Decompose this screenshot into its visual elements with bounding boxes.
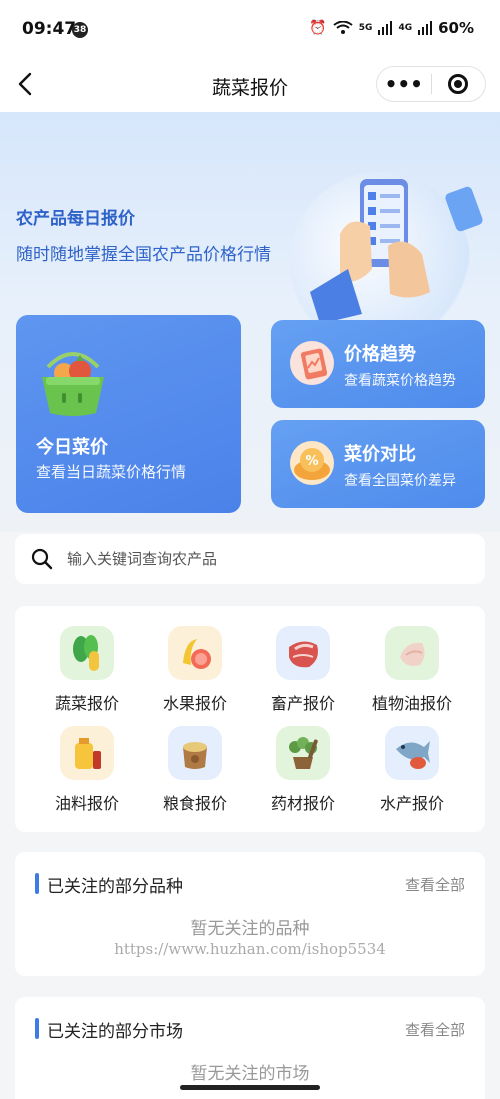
battery-level: 60%	[438, 19, 474, 37]
section-title: 已关注的部分市场	[47, 1022, 183, 1042]
category-fruit[interactable]: 水果报价	[140, 626, 250, 714]
search-bar[interactable]	[15, 534, 485, 584]
basket-icon	[42, 352, 104, 416]
hero-title: 农产品每日报价	[16, 209, 135, 229]
category-grid: 蔬菜报价 水果报价 畜产报价 植物油报价 油料报价 粮食报价 药材报价 水产报价	[15, 606, 485, 832]
seafood-icon	[385, 726, 439, 780]
oil-icon	[60, 726, 114, 780]
today-price-title: 今日菜价	[36, 437, 108, 458]
search-icon	[31, 548, 53, 570]
category-oilseed[interactable]: 油料报价	[32, 726, 142, 814]
more-menu-button[interactable]: •••	[377, 74, 431, 94]
price-trend-title: 价格趋势	[344, 344, 416, 365]
price-compare-card[interactable]: % 菜价对比 查看全国菜价差异	[271, 420, 485, 508]
meat-icon	[276, 626, 330, 680]
view-all-varieties-link[interactable]: 查看全部	[405, 874, 465, 895]
price-compare-title: 菜价对比	[344, 444, 416, 465]
signal-icon-2	[418, 21, 433, 35]
alarm-icon: ⏰	[309, 20, 327, 36]
category-label: 水产报价	[379, 794, 444, 813]
category-plant-oil[interactable]: 植物油报价	[357, 626, 467, 714]
category-label: 药材报价	[270, 794, 335, 813]
fruit-icon	[168, 626, 222, 680]
notification-count-badge: 38	[72, 22, 88, 38]
more-dots-icon: •••	[384, 72, 423, 96]
status-right-group: ⏰ 5G 4G 60%	[309, 19, 474, 37]
category-livestock[interactable]: 畜产报价	[248, 626, 358, 714]
empty-state-text: 暂无关注的品种	[190, 919, 310, 939]
nav-bar: 蔬菜报价 •••	[0, 60, 500, 112]
status-time: 09:47	[22, 19, 77, 39]
price-compare-subtitle: 查看全国菜价差异	[344, 473, 456, 489]
svg-text:%: %	[305, 454, 318, 469]
network-4g-label: 4G	[398, 23, 413, 33]
category-label: 蔬菜报价	[54, 694, 119, 713]
mini-program-capsule: •••	[376, 66, 486, 102]
plant-oil-icon	[385, 626, 439, 680]
category-label: 粮食报价	[162, 794, 227, 813]
home-indicator[interactable]	[180, 1085, 320, 1090]
section-accent-bar	[35, 873, 39, 894]
category-grain[interactable]: 粮食报价	[140, 726, 250, 814]
price-trend-subtitle: 查看蔬菜价格趋势	[344, 373, 456, 389]
category-label: 油料报价	[54, 794, 119, 813]
section-title: 已关注的部分品种	[47, 877, 183, 897]
record-circle-icon	[448, 74, 469, 94]
category-vegetable[interactable]: 蔬菜报价	[32, 626, 142, 714]
category-label: 畜产报价	[270, 694, 335, 713]
today-price-subtitle: 查看当日蔬菜价格行情	[36, 463, 187, 481]
followed-varieties-panel: 已关注的部分品种 查看全部 暂无关注的品种 https://www.huzhan…	[15, 852, 485, 976]
category-herb[interactable]: 药材报价	[248, 726, 358, 814]
grain-icon	[168, 726, 222, 780]
category-label: 水果报价	[162, 694, 227, 713]
category-seafood[interactable]: 水产报价	[357, 726, 467, 814]
hero-subtitle: 随时随地掌握全国农产品价格行情	[16, 245, 271, 265]
network-5g-label: 5G	[358, 23, 373, 33]
search-input[interactable]	[67, 544, 467, 574]
category-label: 植物油报价	[371, 694, 452, 713]
empty-state-text: 暂无关注的市场	[190, 1064, 310, 1084]
herb-icon	[276, 726, 330, 780]
today-price-card[interactable]: 今日菜价 查看当日蔬菜价格行情	[16, 315, 241, 513]
section-accent-bar	[35, 1018, 39, 1039]
close-program-button[interactable]	[431, 74, 485, 94]
price-trend-card[interactable]: 价格趋势 查看蔬菜价格趋势	[271, 320, 485, 408]
status-bar: 09:47 38 ⏰ 5G 4G 60%	[0, 0, 500, 60]
chart-icon	[290, 341, 334, 385]
followed-markets-panel: 已关注的部分市场 查看全部 暂无关注的市场	[15, 997, 485, 1099]
vegetable-icon	[60, 626, 114, 680]
phone-hand-illustration-icon	[310, 179, 483, 324]
wifi-icon	[333, 21, 353, 34]
percent-icon: %	[290, 441, 334, 485]
view-all-markets-link[interactable]: 查看全部	[405, 1019, 465, 1040]
watermark-text: https://www.huzhan.com/ishop5534	[114, 940, 386, 958]
signal-icon	[378, 21, 393, 35]
